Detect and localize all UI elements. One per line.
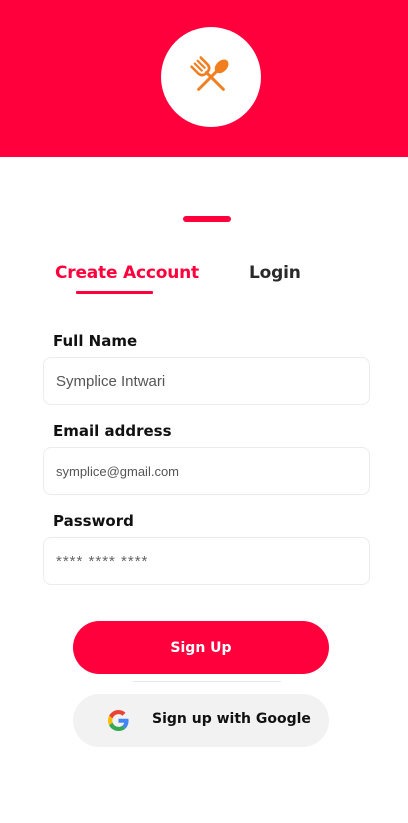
password-label: Password	[53, 512, 134, 530]
full-name-label: Full Name	[53, 332, 138, 350]
logo-badge	[161, 27, 261, 127]
tab-create-account[interactable]: Create Account	[55, 263, 199, 283]
full-name-field[interactable]: Symplice Intwari	[43, 357, 370, 405]
google-signup-label: Sign up with Google	[152, 711, 311, 727]
email-field[interactable]: symplice@gmail.com	[43, 447, 370, 495]
divider	[133, 681, 281, 682]
password-field[interactable]: **** **** ****	[43, 537, 370, 585]
drag-handle[interactable]	[183, 216, 231, 222]
google-signup-button[interactable]: Sign up with Google	[73, 694, 329, 747]
email-value: symplice@gmail.com	[56, 463, 179, 479]
sign-up-button[interactable]: Sign Up	[73, 621, 329, 674]
fork-spoon-icon	[190, 56, 229, 91]
email-label: Email address	[53, 422, 172, 440]
tab-login[interactable]: Login	[249, 263, 301, 283]
header-banner	[0, 0, 408, 157]
full-name-value: Symplice Intwari	[56, 372, 166, 390]
sign-up-label: Sign Up	[170, 639, 232, 656]
password-value: **** **** ****	[56, 552, 149, 570]
google-icon	[108, 710, 129, 731]
active-tab-indicator	[76, 291, 153, 294]
